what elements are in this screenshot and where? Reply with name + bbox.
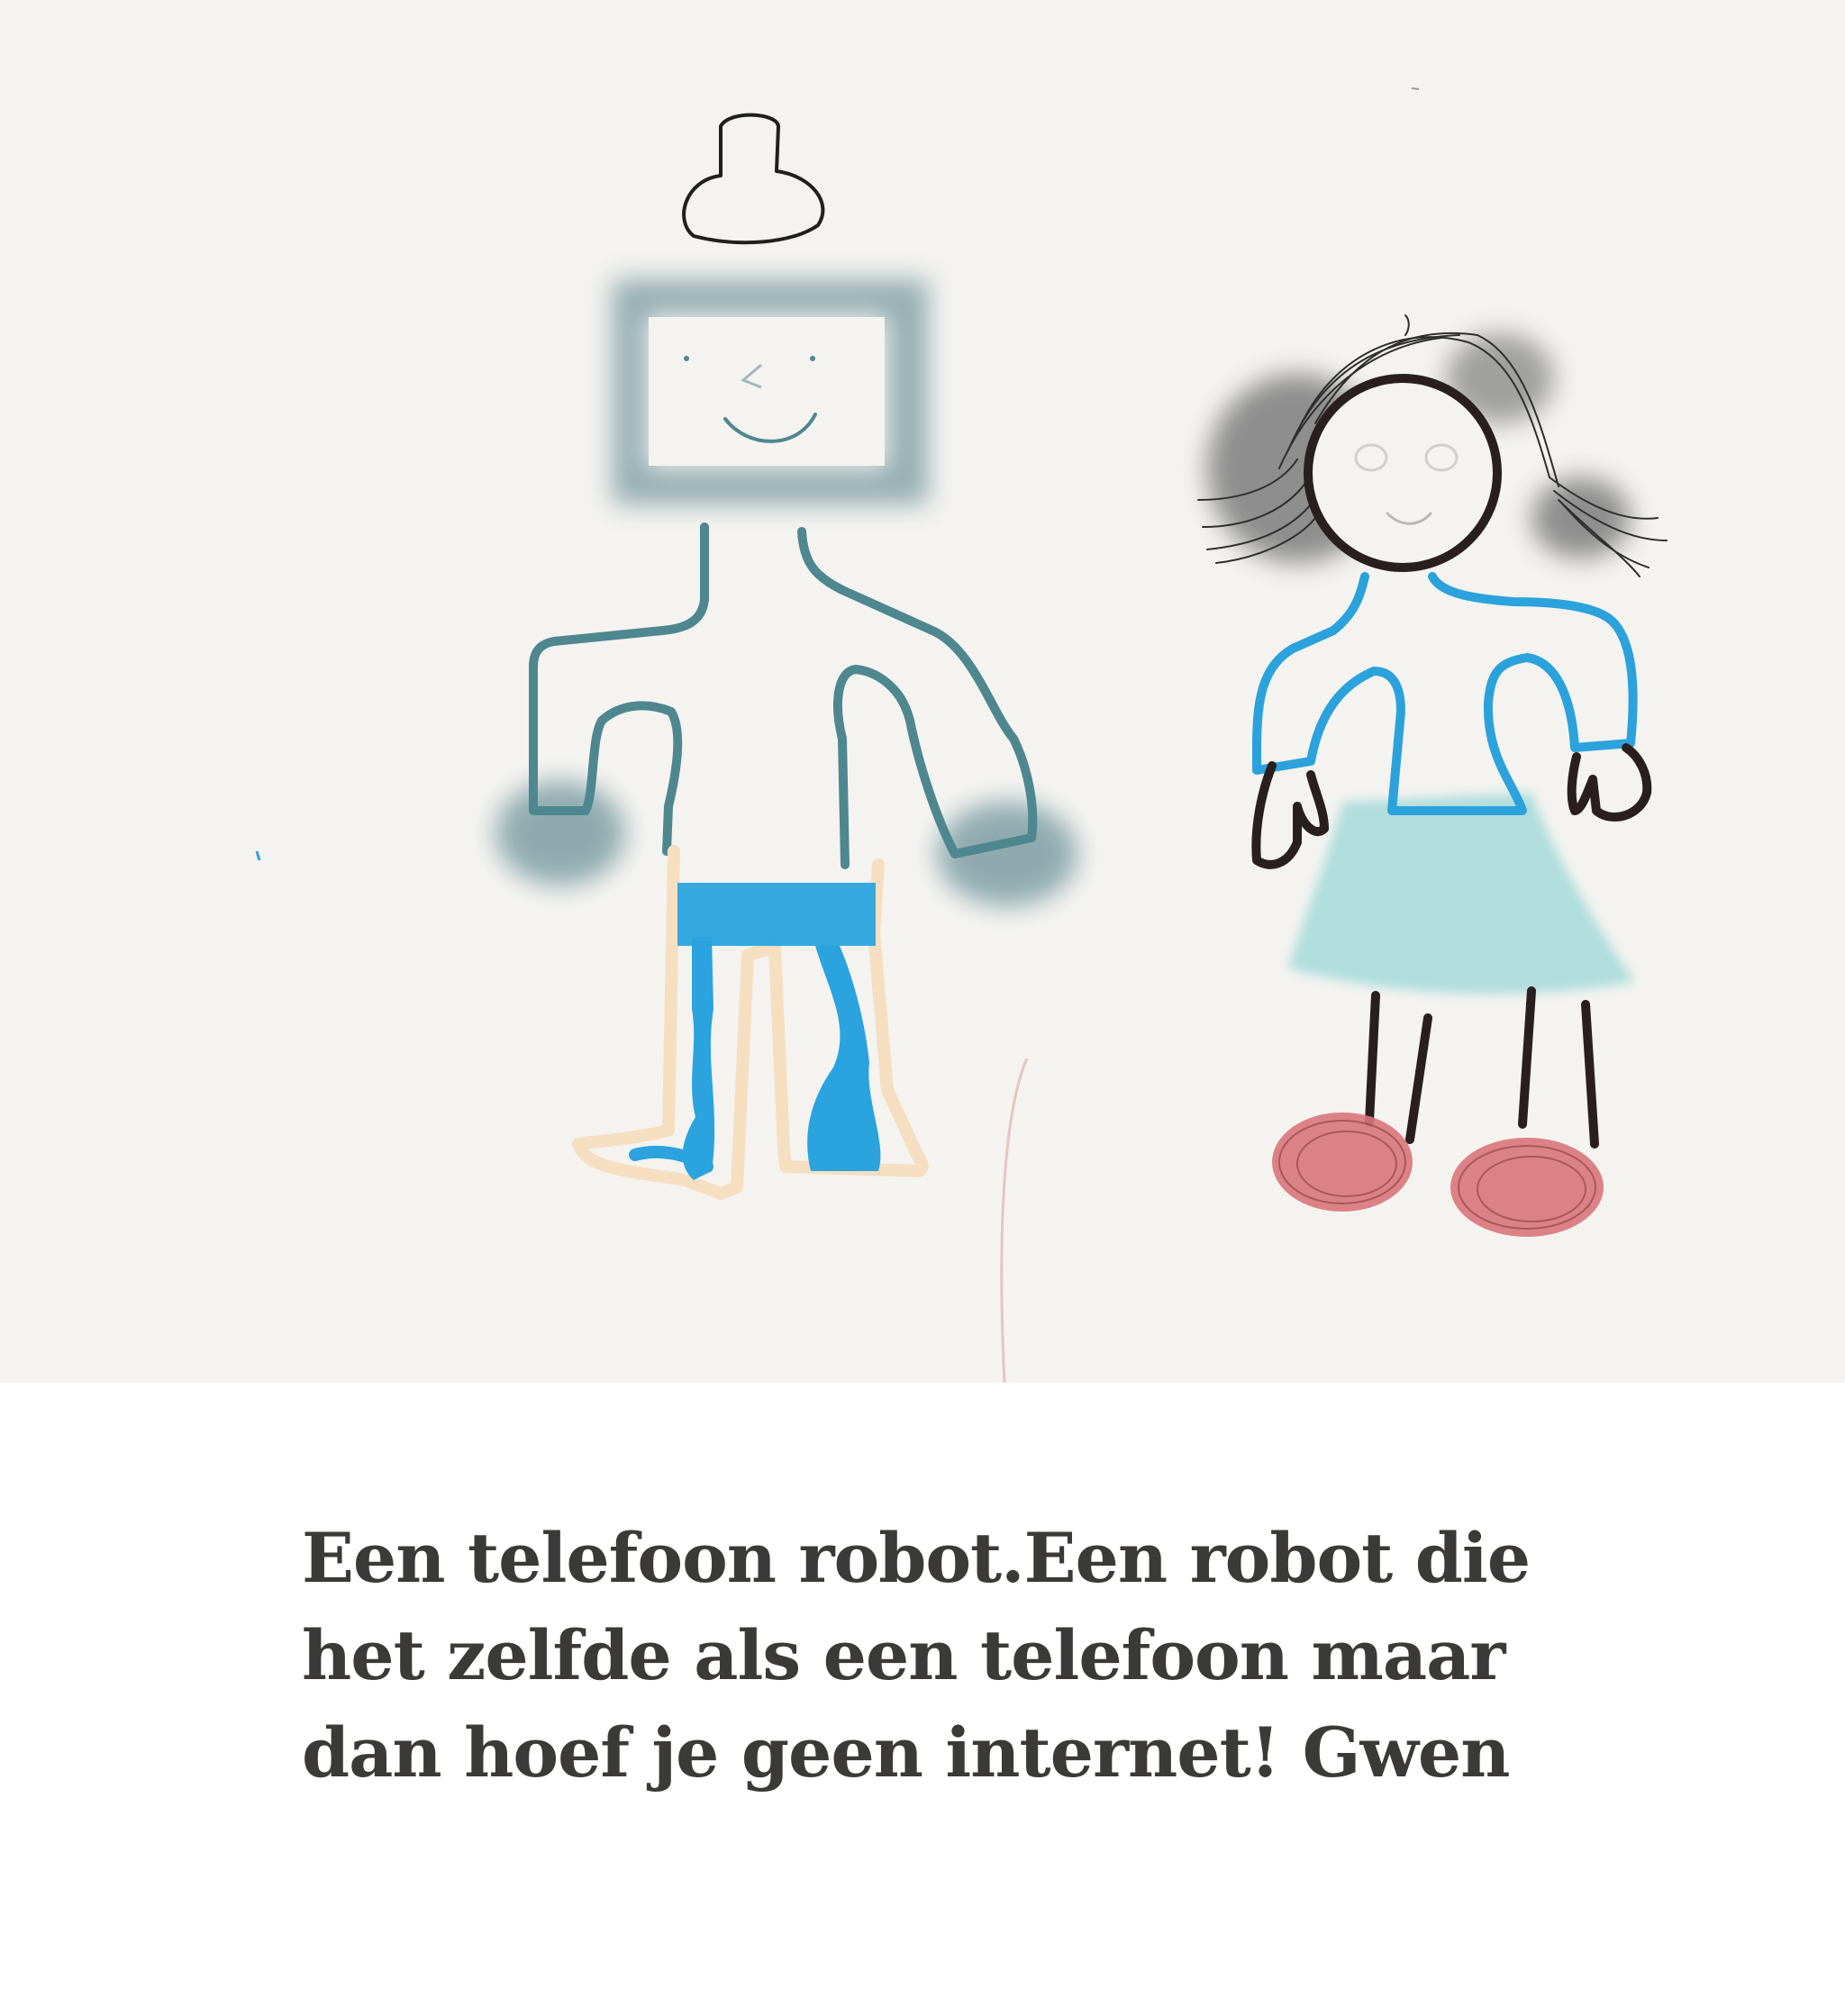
girl-head bbox=[1304, 374, 1502, 572]
girl-left-hand bbox=[1251, 761, 1329, 869]
robot-pants-fill bbox=[682, 937, 715, 1180]
girl-skirt bbox=[1288, 793, 1635, 994]
drawing-canvas bbox=[0, 0, 1845, 1383]
girl-figure bbox=[1197, 314, 1668, 1237]
girl-right-hand bbox=[1567, 743, 1652, 822]
girl-legs bbox=[1365, 986, 1599, 1149]
robot-hat bbox=[682, 113, 825, 245]
child-drawing-illustration bbox=[255, 87, 1668, 1383]
page: Een telefoon robot.Een robot die het zel… bbox=[0, 0, 1845, 2016]
robot-figure bbox=[495, 113, 1077, 1200]
caption-text: Een telefoon robot.Een robot die het zel… bbox=[302, 1518, 1531, 1793]
robot-belt bbox=[677, 883, 876, 946]
